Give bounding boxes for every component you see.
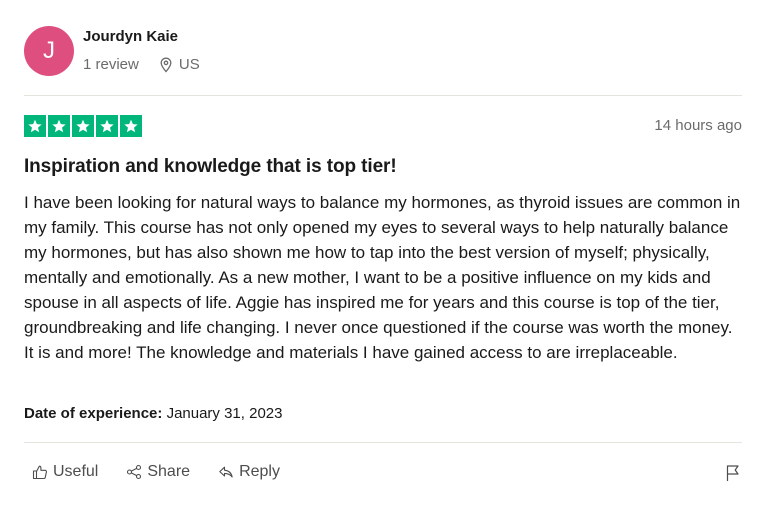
reply-icon: [219, 466, 233, 478]
review-actions: Useful Share Reply: [32, 463, 308, 481]
date-of-experience-label: Date of experience:: [24, 405, 163, 422]
date-of-experience: Date of experience: January 31, 2023: [24, 405, 282, 422]
avatar-initial: J: [43, 37, 55, 64]
star-icon: [96, 115, 118, 137]
divider: [24, 95, 742, 96]
location-text: US: [178, 56, 200, 73]
date-of-experience-value: January 31, 2023: [166, 405, 283, 422]
review-time-ago: 14 hours ago: [654, 117, 742, 134]
share-label: Share: [147, 463, 191, 480]
report-button[interactable]: [725, 464, 741, 487]
avatar[interactable]: J: [24, 26, 74, 76]
review-body: I have been looking for natural ways to …: [24, 193, 741, 362]
reply-button[interactable]: Reply: [218, 463, 280, 481]
flag-icon: [726, 465, 739, 481]
share-button[interactable]: Share: [126, 463, 190, 481]
star-icon: [120, 115, 142, 137]
reviewer-meta: 1 review US: [83, 56, 200, 73]
review-count: 1 review: [83, 56, 139, 73]
reviewer-location: US: [159, 56, 200, 73]
star-icon: [48, 115, 70, 137]
thumbs-up-icon: [32, 465, 47, 480]
star-rating: [24, 115, 142, 137]
divider: [24, 442, 742, 443]
location-pin-icon: [160, 57, 172, 72]
useful-button[interactable]: Useful: [32, 463, 98, 481]
share-icon: [127, 464, 142, 480]
reviewer-name[interactable]: Jourdyn Kaie: [83, 28, 178, 45]
star-icon: [72, 115, 94, 137]
useful-label: Useful: [53, 463, 99, 480]
reply-label: Reply: [239, 463, 280, 480]
review-title[interactable]: Inspiration and knowledge that is top ti…: [24, 156, 397, 178]
star-icon: [24, 115, 46, 137]
